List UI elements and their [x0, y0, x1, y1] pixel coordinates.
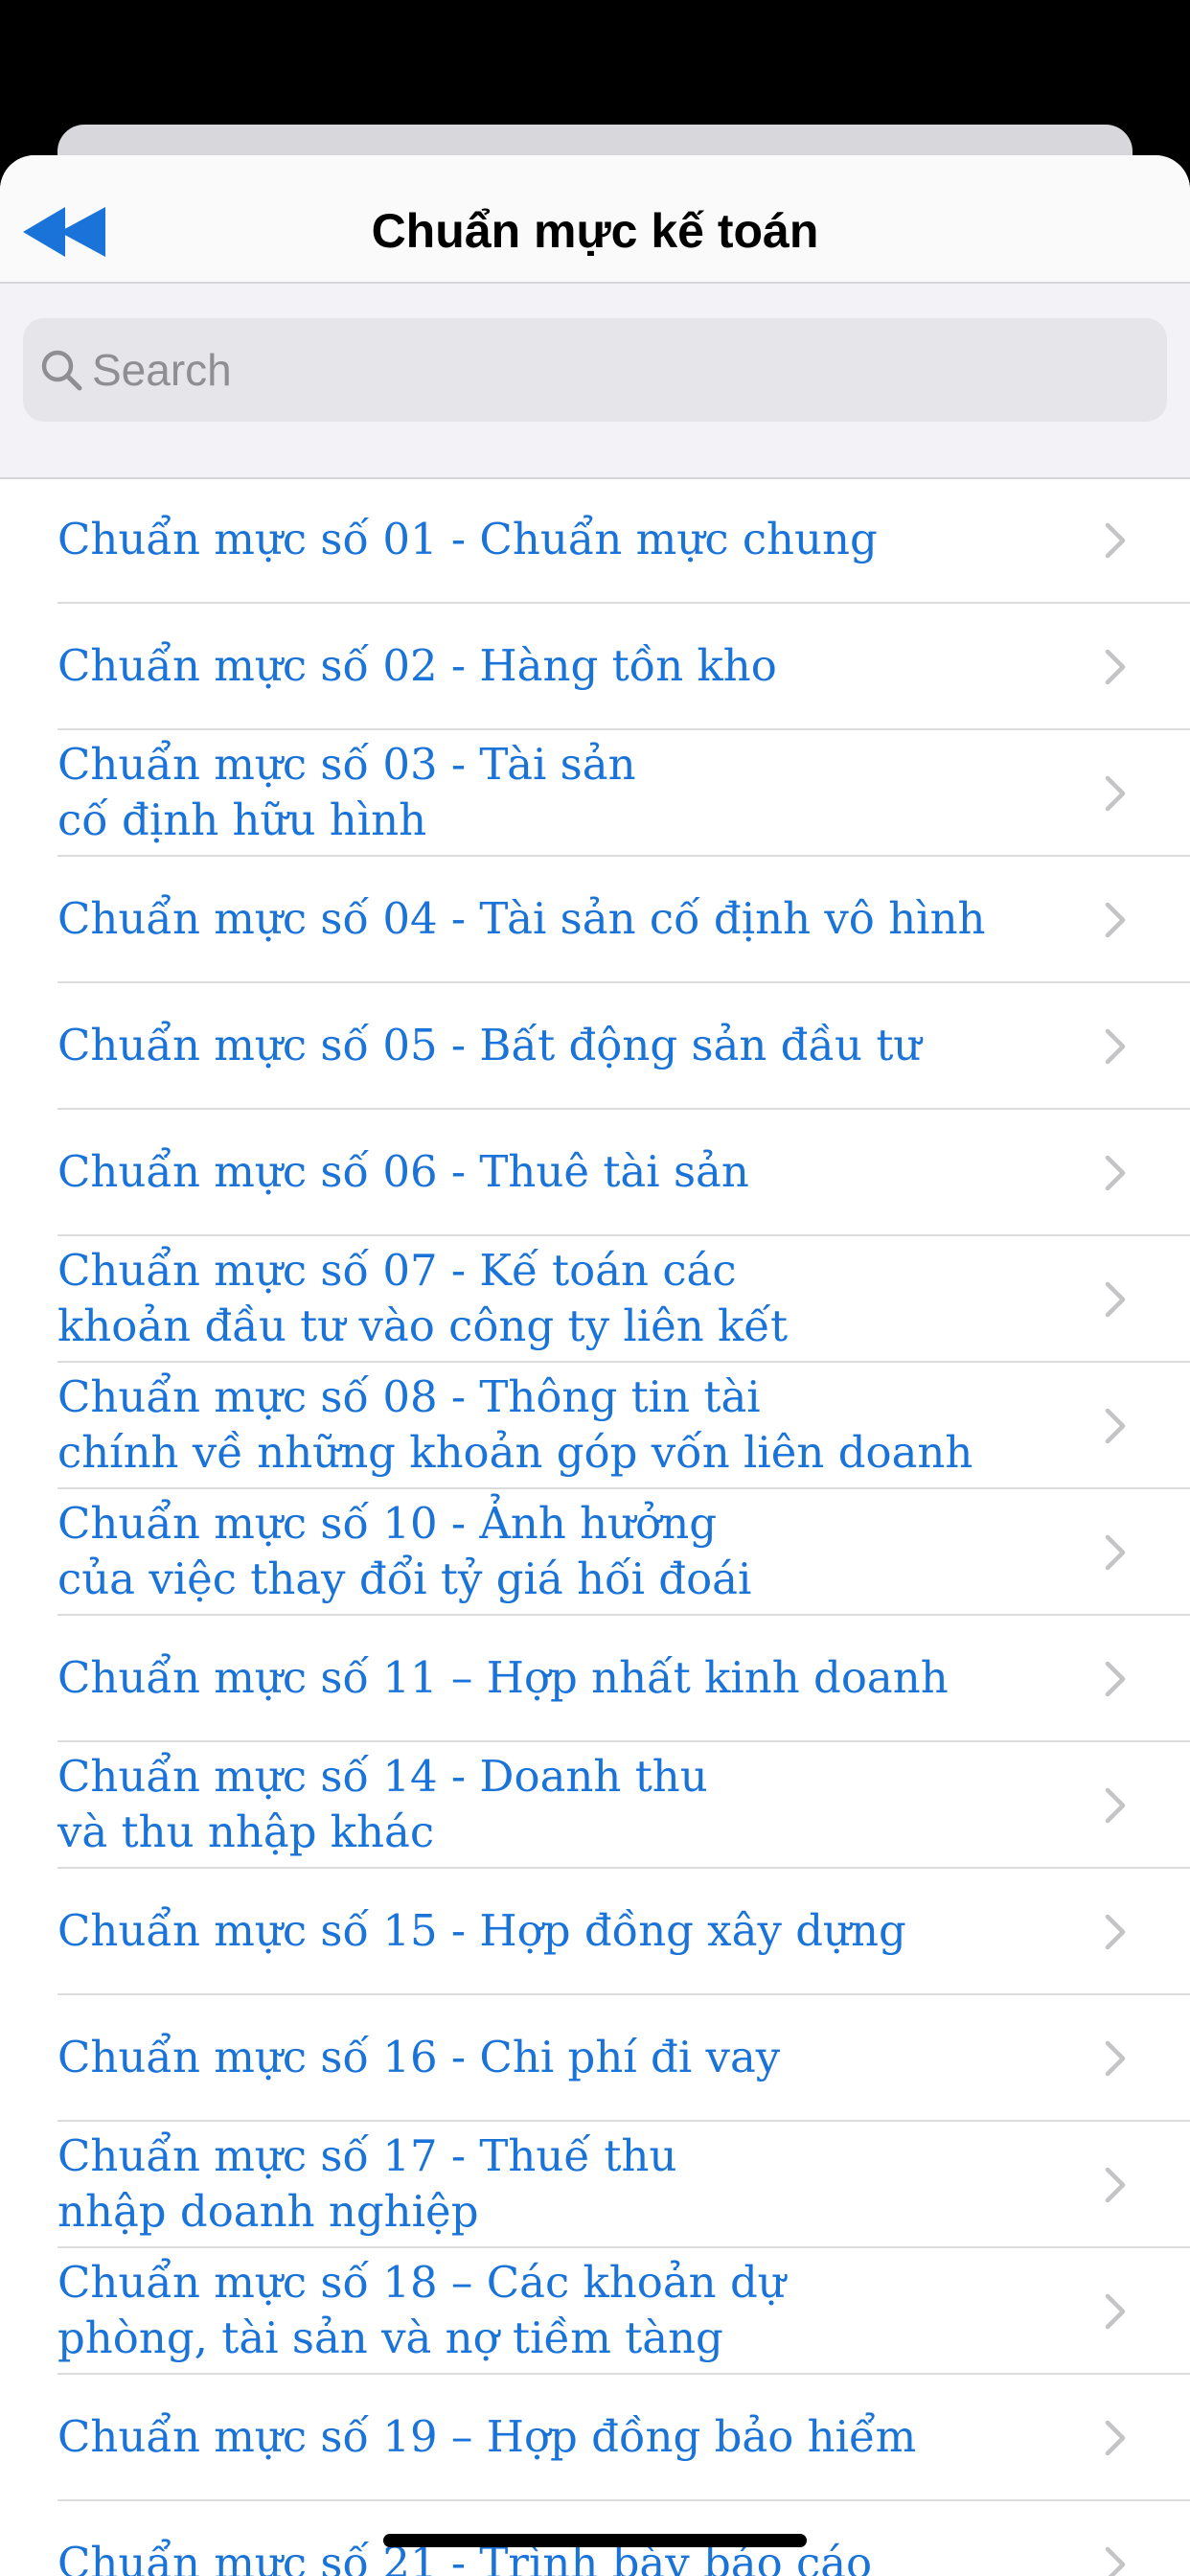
- chevron-right-icon: [1105, 1408, 1126, 1444]
- chevron-right-icon: [1105, 1155, 1126, 1191]
- chevron-right-icon: [1105, 902, 1126, 938]
- chevron-right-icon: [1105, 1914, 1126, 1950]
- list-item[interactable]: Chuẩn mực số 19 – Hợp đồng bảo hiểm: [0, 2375, 1190, 2501]
- chevron-right-icon: [1105, 1661, 1126, 1697]
- list-item-label: Chuẩn mực số 14 - Doanh thu và thu nhập k…: [57, 1751, 708, 1857]
- search-field[interactable]: [23, 318, 1167, 422]
- chevron-right-icon: [1105, 1787, 1126, 1824]
- chevron-right-icon: [1105, 2167, 1126, 2203]
- standards-list: Chuẩn mực số 01 - Chuẩn mực chung Chuẩn m…: [0, 477, 1190, 2576]
- list-item-label: Chuẩn mực số 05 - Bất động sản đầu tư: [57, 1020, 922, 1070]
- list-item-label: Chuẩn mực số 03 - Tài sản cố định hữu hìn…: [57, 739, 636, 845]
- home-indicator: [383, 2534, 807, 2547]
- navigation-bar: Chuẩn mực kế toán: [0, 155, 1190, 284]
- list-item[interactable]: Chuẩn mực số 11 – Hợp nhất kinh doanh: [0, 1616, 1190, 1742]
- list-item[interactable]: Chuẩn mực số 16 - Chi phí đi vay: [0, 1995, 1190, 2122]
- page-title: Chuẩn mực kế toán: [371, 204, 819, 258]
- list-item[interactable]: Chuẩn mực số 07 - Kế toán các khoản đầu t…: [0, 1236, 1190, 1363]
- list-item[interactable]: Chuẩn mực số 06 - Thuê tài sản: [0, 1110, 1190, 1236]
- modal-sheet: Chuẩn mực kế toán Chuẩn mực số 01 - Chuẩ…: [0, 155, 1190, 2576]
- chevron-right-icon: [1105, 1028, 1126, 1065]
- list-item[interactable]: Chuẩn mực số 08 - Thông tin tài chính về …: [0, 1363, 1190, 1489]
- list-item-label: Chuẩn mực số 02 - Hàng tồn kho: [57, 640, 777, 691]
- list-item[interactable]: Chuẩn mực số 04 - Tài sản cố định vô hìn…: [0, 857, 1190, 983]
- list-item-label: Chuẩn mực số 06 - Thuê tài sản: [57, 1146, 749, 1197]
- list-item-label: Chuẩn mực số 10 - Ảnh hưởng của việc thay…: [57, 1498, 752, 1604]
- list-item[interactable]: Chuẩn mực số 10 - Ảnh hưởng của việc thay…: [0, 1489, 1190, 1616]
- list-item[interactable]: Chuẩn mực số 03 - Tài sản cố định hữu hìn…: [0, 730, 1190, 857]
- list-item-label: Chuẩn mực số 04 - Tài sản cố định vô hìn…: [57, 893, 986, 944]
- list-item-label: Chuẩn mực số 18 – Các khoản dự phòng, tài…: [57, 2257, 786, 2363]
- search-input[interactable]: [92, 318, 1146, 422]
- list-item-label: Chuẩn mực số 15 - Hợp đồng xây dựng: [57, 1905, 906, 1956]
- list-item[interactable]: Chuẩn mực số 02 - Hàng tồn kho: [0, 604, 1190, 730]
- list-item[interactable]: Chuẩn mực số 15 - Hợp đồng xây dựng: [0, 1869, 1190, 1995]
- list-item[interactable]: Chuẩn mực số 18 – Các khoản dự phòng, tài…: [0, 2248, 1190, 2375]
- list-item[interactable]: Chuẩn mực số 05 - Bất động sản đầu tư: [0, 983, 1190, 1110]
- chevron-right-icon: [1105, 649, 1126, 685]
- list-item-label: Chuẩn mực số 11 – Hợp nhất kinh doanh: [57, 1652, 949, 1703]
- list-item-label: Chuẩn mực số 19 – Hợp đồng bảo hiểm: [57, 2411, 917, 2462]
- list-item-label: Chuẩn mực số 16 - Chi phí đi vay: [57, 2032, 781, 2082]
- list-item[interactable]: Chuẩn mực số 14 - Doanh thu và thu nhập k…: [0, 1742, 1190, 1869]
- search-icon: [41, 350, 82, 391]
- chevron-right-icon: [1105, 2546, 1126, 2576]
- search-bar: [0, 284, 1190, 479]
- list-item-label: Chuẩn mực số 08 - Thông tin tài chính về …: [57, 1371, 973, 1478]
- chevron-right-icon: [1105, 1281, 1126, 1318]
- list-item[interactable]: Chuẩn mực số 17 - Thuế thu nhập doanh ngh…: [0, 2122, 1190, 2248]
- chevron-right-icon: [1105, 2040, 1126, 2077]
- list-item-label: Chuẩn mực số 07 - Kế toán các khoản đầu t…: [57, 1245, 789, 1351]
- chevron-right-icon: [1105, 1534, 1126, 1571]
- chevron-right-icon: [1105, 775, 1126, 812]
- list-item-label: Chuẩn mực số 17 - Thuế thu nhập doanh ngh…: [57, 2130, 677, 2237]
- chevron-right-icon: [1105, 2420, 1126, 2456]
- list-item[interactable]: Chuẩn mực số 01 - Chuẩn mực chung: [0, 477, 1190, 604]
- chevron-right-icon: [1105, 2293, 1126, 2330]
- chevron-right-icon: [1105, 522, 1126, 559]
- list-item-label: Chuẩn mực số 01 - Chuẩn mực chung: [57, 514, 878, 564]
